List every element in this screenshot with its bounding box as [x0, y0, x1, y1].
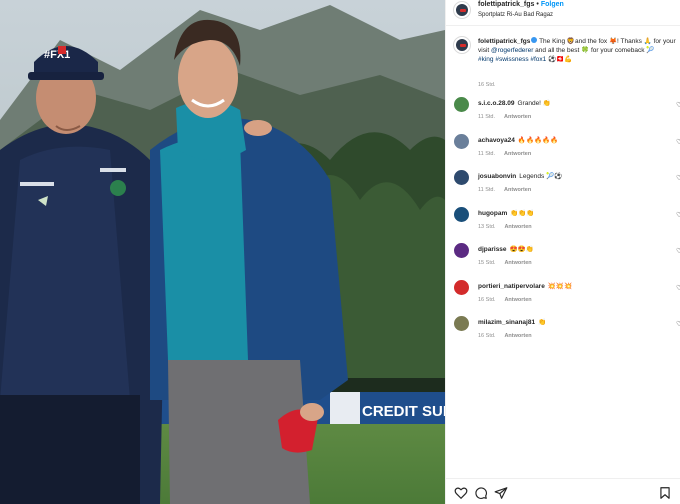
comment-text: achavoya24 🔥🔥🔥🔥🔥 [478, 136, 558, 144]
post-photo[interactable]: CREDIT SUISSE #FX1 [0, 0, 445, 504]
comment-row: djparisse😍😍👏 15 Std. Antworten ♡ [446, 243, 680, 279]
comment-row: achavoya24🔥🔥🔥🔥🔥 11 Std. Antworten ♡ [446, 133, 680, 170]
comment-like-icon[interactable]: ♡ [676, 101, 680, 109]
commenter-avatar[interactable] [454, 279, 469, 295]
commenter-username[interactable]: s.i.c.o.28.09 [478, 100, 515, 107]
comment-time: 13 Std. [478, 223, 496, 230]
caption-time: 16 Std. [478, 82, 496, 88]
comment-meta: 11 Std. Antworten [478, 114, 531, 120]
action-bar [446, 478, 680, 504]
banner-text: CREDIT SUISSE [362, 403, 445, 420]
caption-mention[interactable]: @rogerfederer [491, 47, 533, 54]
comment-row: milazim_sinanaj81👏 16 Std. Antworten ♡ [446, 316, 680, 352]
comments-list[interactable]: folettipatrick_fgs The King 🦁and the fox… [446, 31, 680, 478]
comment-text: josuabonvin Legends 🎾⚽ [478, 172, 562, 180]
comment-like-icon[interactable]: ♡ [676, 174, 680, 182]
post-header: folettipatrick_fgs • Folgen Sportplatz Ri-… [446, 0, 680, 26]
verified-icon [531, 37, 538, 44]
comment-time: 11 Std. [478, 150, 496, 157]
caption-hashtags[interactable]: #king #swissness #fox1 [478, 56, 546, 63]
comment-meta: 16 Std. Antworten [478, 297, 532, 303]
comment-text: portieri_natipervolare 💥💥💥 [478, 282, 572, 290]
like-icon[interactable] [454, 486, 468, 500]
comment-meta: 16 Std. Antworten [478, 333, 532, 339]
caption-avatar[interactable] [453, 36, 471, 54]
author-avatar[interactable] [453, 1, 471, 19]
reply-button[interactable]: Antworten [504, 297, 531, 303]
comment-time: 11 Std. [478, 187, 496, 193]
comment-text: djparisse 😍😍👏 [478, 245, 534, 253]
comment-row: josuabonvinLegends 🎾⚽ 11 Std. Antworten ♡ [446, 170, 680, 206]
reply-button[interactable]: Antworten [504, 224, 531, 230]
reply-button[interactable]: Antworten [504, 151, 531, 157]
location-link[interactable]: Sportplatz Ri-Au Bad Ragaz [478, 12, 553, 18]
comment-time: 11 Std. [478, 114, 496, 120]
comment-text: milazim_sinanaj81 👏 [478, 318, 546, 326]
comment-text: hugopam 👏👏👏 [478, 209, 535, 217]
comment-row: portieri_natipervolare 💥💥💥 16 Std. Antworte… [446, 279, 680, 316]
author-username[interactable]: folettipatrick_fgs [478, 1, 534, 8]
caption-username[interactable]: folettipatrick_fgs [478, 38, 530, 45]
comment-time: 16 Std. [478, 296, 496, 303]
commenter-username[interactable]: djparisse [478, 246, 507, 253]
post-side-panel: folettipatrick_fgs • Folgen Sportplatz Ri-… [445, 0, 680, 504]
comment-body: 👏👏👏 [510, 209, 535, 217]
comment-like-icon[interactable]: ♡ [676, 320, 680, 328]
commenter-username[interactable]: hugopam [478, 210, 507, 217]
comment-body: 😍😍👏 [509, 246, 534, 253]
caption-body-2: and all the best 🍀 for your comeback 🎾 [533, 47, 655, 54]
follow-button[interactable]: Folgen [541, 1, 564, 8]
caption-emojis: ⚽🇨🇭💪 [548, 56, 573, 63]
commenter-username[interactable]: milazim_sinanaj81 [478, 319, 535, 326]
comment-body: 💥💥💥 [547, 282, 573, 290]
commenter-avatar[interactable] [454, 133, 469, 149]
comment-like-icon[interactable]: ♡ [676, 211, 680, 219]
author-line: folettipatrick_fgs • Folgen [478, 1, 564, 8]
comment-body: Grande! 👏 [517, 100, 551, 107]
comment-meta: 13 Std. Antworten [478, 224, 532, 230]
comment-time: 16 Std. [478, 333, 496, 339]
reply-button[interactable]: Antworten [504, 114, 531, 120]
commenter-username[interactable]: portieri_natipervolare [478, 283, 545, 290]
comment-meta: 11 Std. Antworten [478, 187, 531, 193]
commenter-avatar[interactable] [454, 97, 469, 112]
commenter-avatar[interactable] [454, 243, 469, 258]
comment-like-icon[interactable]: ♡ [676, 138, 680, 146]
caption-text: folettipatrick_fgs The King 🦁and the fox… [478, 37, 680, 64]
photo-image: CREDIT SUISSE #FX1 [0, 0, 445, 504]
comment-meta: 15 Std. Antworten [478, 260, 532, 266]
comment-row: hugopam👏👏👏 13 Std. Antworten ♡ [446, 206, 680, 243]
separator: • [536, 1, 539, 8]
comment-like-icon[interactable]: ♡ [676, 247, 680, 255]
comment-icon[interactable] [474, 486, 488, 500]
reply-button[interactable]: Antworten [504, 260, 531, 266]
commenter-avatar[interactable] [454, 316, 469, 331]
comment-like-icon[interactable]: ♡ [676, 284, 680, 292]
commenter-avatar[interactable] [454, 170, 469, 185]
reply-button[interactable]: Antworten [504, 187, 531, 193]
comment-body: Legends 🎾⚽ [519, 173, 563, 180]
comment-body: 🔥🔥🔥🔥🔥 [517, 136, 559, 144]
comment-row: s.i.c.o.28.09Grande! 👏 11 Std. Antworten ♡ [446, 97, 680, 133]
comment-text: s.i.c.o.28.09 Grande! 👏 [478, 99, 551, 107]
reply-button[interactable]: Antworten [504, 333, 531, 339]
commenter-username[interactable]: josuabonvin [478, 173, 516, 180]
comment-meta: 11 Std. Antworten [478, 151, 531, 157]
commenter-username[interactable]: achavoya24 [478, 137, 515, 144]
share-icon[interactable] [494, 486, 508, 500]
save-icon[interactable] [658, 486, 672, 500]
cap-text: #FX1 [44, 49, 70, 61]
commenter-avatar[interactable] [454, 206, 469, 222]
comment-time: 15 Std. [478, 260, 496, 266]
comment-body: 👏 [538, 319, 547, 326]
